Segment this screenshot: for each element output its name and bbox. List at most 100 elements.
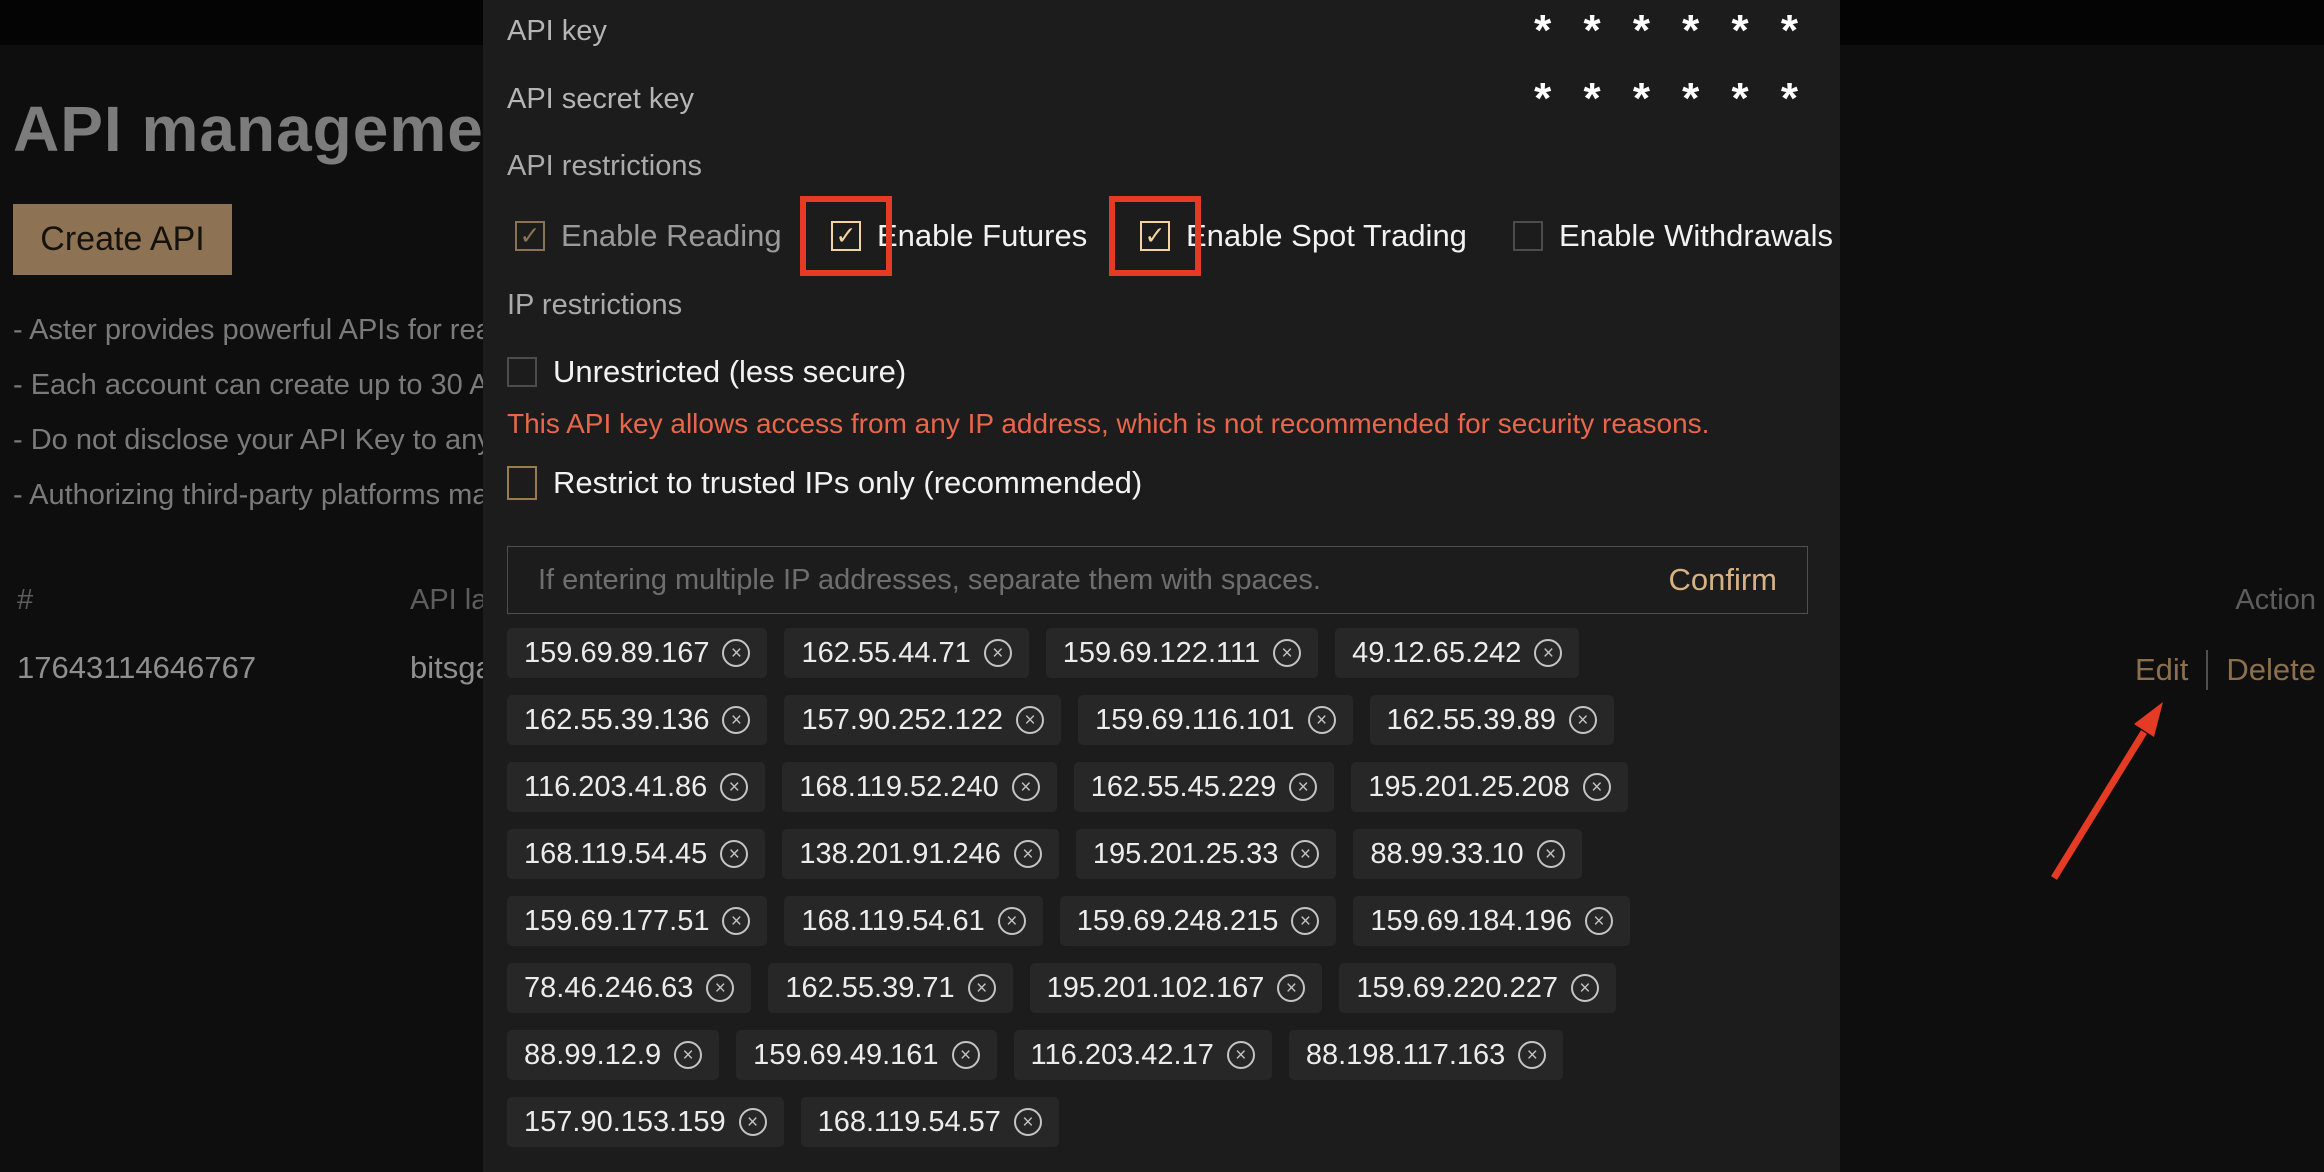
ip-address: 168.119.54.57: [818, 1106, 1001, 1139]
remove-ip-icon[interactable]: ×: [1571, 974, 1599, 1002]
ip-chip: 162.55.39.71 ×: [768, 963, 1012, 1013]
ip-chip: 138.201.91.246×: [782, 829, 1059, 879]
remove-ip-icon[interactable]: ×: [998, 907, 1026, 935]
ip-address: 162.55.44.71: [801, 637, 970, 670]
ip-chip: 162.55.45.229×: [1074, 762, 1334, 812]
left-panel: API manageme Create API - Aster provides…: [0, 0, 483, 1172]
remove-ip-icon[interactable]: ×: [1016, 706, 1044, 734]
remove-ip-icon[interactable]: ×: [706, 974, 734, 1002]
check-icon: ✓: [520, 224, 541, 249]
enable-reading-checkbox[interactable]: ✓: [515, 221, 545, 251]
remove-ip-icon[interactable]: ×: [1518, 1041, 1546, 1069]
enable-spot-trading-checkbox[interactable]: ✓: [1140, 221, 1170, 251]
ip-chip: 168.119.54.57 ×: [801, 1097, 1059, 1147]
note-line: - Each account can create up to 30 AP: [13, 369, 483, 424]
remove-ip-icon[interactable]: ×: [722, 639, 750, 667]
ip-restrictions-title: IP restrictions: [507, 287, 1808, 323]
api-row-label: bitsga: [410, 650, 483, 686]
ip-chip-row: 168.119.54.45×138.201.91.246×195.201.25.…: [507, 829, 1808, 879]
permission-enable-withdrawals: Enable Withdrawals: [1513, 196, 1833, 276]
ip-address: 162.55.39.71: [785, 972, 954, 1005]
remove-ip-icon[interactable]: ×: [1537, 840, 1565, 868]
remove-ip-icon[interactable]: ×: [1289, 773, 1317, 801]
remove-ip-icon[interactable]: ×: [1227, 1041, 1255, 1069]
ip-address: 78.46.246.63: [524, 972, 693, 1005]
remove-ip-icon[interactable]: ×: [1014, 1108, 1042, 1136]
checkbox-wrap: ✓: [831, 221, 861, 251]
note-line: - Aster provides powerful APIs for rea: [13, 314, 483, 369]
ip-address: 195.201.25.208: [1368, 771, 1570, 804]
remove-ip-icon[interactable]: ×: [1534, 639, 1562, 667]
remove-ip-icon[interactable]: ×: [1012, 773, 1040, 801]
checkbox-wrap: ✓: [515, 221, 545, 251]
checkbox-wrap: [1513, 221, 1543, 251]
enable-futures-checkbox[interactable]: ✓: [831, 221, 861, 251]
ip-address: 195.201.102.167: [1047, 972, 1265, 1005]
remove-ip-icon[interactable]: ×: [1585, 907, 1613, 935]
remove-ip-icon[interactable]: ×: [1583, 773, 1611, 801]
ip-chip: 116.203.41.86 ×: [507, 762, 765, 812]
remove-ip-icon[interactable]: ×: [1569, 706, 1597, 734]
ip-chip: 159.69.177.51×: [507, 896, 767, 946]
ip-chip: 78.46.246.63 ×: [507, 963, 751, 1013]
ip-chip: 168.119.54.61×: [784, 896, 1042, 946]
unrestricted-checkbox[interactable]: [507, 357, 537, 387]
edit-link[interactable]: Edit: [2135, 652, 2188, 688]
ip-chip: 195.201.102.167 ×: [1030, 963, 1323, 1013]
enable-withdrawals-checkbox[interactable]: [1513, 221, 1543, 251]
api-restrictions-title: API restrictions: [507, 146, 1808, 186]
ip-chip: 116.203.42.17×: [1014, 1030, 1272, 1080]
delete-link[interactable]: Delete: [2226, 652, 2316, 688]
ip-chip: 159.69.184.196 ×: [1353, 896, 1630, 946]
ip-address: 159.69.89.167: [524, 637, 709, 670]
note-line: - Authorizing third-party platforms ma: [13, 479, 483, 534]
notes-list: - Aster provides powerful APIs for rea -…: [13, 314, 483, 534]
ip-address: 159.69.49.161: [753, 1039, 938, 1072]
ip-address: 195.201.25.33: [1093, 838, 1278, 871]
ip-chip: 195.201.25.33 ×: [1076, 829, 1336, 879]
remove-ip-icon[interactable]: ×: [1291, 907, 1319, 935]
remove-ip-icon[interactable]: ×: [674, 1041, 702, 1069]
remove-ip-icon[interactable]: ×: [720, 840, 748, 868]
remove-ip-icon[interactable]: ×: [1014, 840, 1042, 868]
create-api-button[interactable]: Create API: [13, 204, 232, 275]
remove-ip-icon[interactable]: ×: [952, 1041, 980, 1069]
remove-ip-icon[interactable]: ×: [720, 773, 748, 801]
remove-ip-icon[interactable]: ×: [1273, 639, 1301, 667]
ip-address: 168.119.54.45: [524, 838, 707, 871]
ip-address: 159.69.184.196: [1370, 905, 1572, 938]
permission-enable-spot-trading: ✓ Enable Spot Trading: [1140, 196, 1467, 276]
remove-ip-icon[interactable]: ×: [722, 907, 750, 935]
confirm-button[interactable]: Confirm: [1668, 562, 1777, 598]
ip-address: 157.90.252.122: [801, 704, 1003, 737]
ip-address-input[interactable]: [538, 564, 1648, 597]
ip-address: 159.69.220.227: [1356, 972, 1558, 1005]
restrict-checkbox[interactable]: [507, 466, 537, 500]
ip-address: 159.69.248.215: [1077, 905, 1279, 938]
remove-ip-icon[interactable]: ×: [1291, 840, 1319, 868]
ip-chip: 88.198.117.163×: [1289, 1030, 1563, 1080]
ip-chip: 159.69.49.161 ×: [736, 1030, 996, 1080]
unrestricted-label: Unrestricted (less secure): [553, 354, 906, 390]
ip-address: 162.55.39.136: [524, 704, 709, 737]
remove-ip-icon[interactable]: ×: [984, 639, 1012, 667]
permission-label: Enable Reading: [561, 218, 782, 254]
ip-chip: 159.69.248.215 ×: [1060, 896, 1337, 946]
ip-address: 116.203.41.86: [524, 771, 707, 804]
ip-chip: 157.90.252.122 ×: [784, 695, 1061, 745]
unrestricted-row: Unrestricted (less secure): [507, 355, 1808, 389]
api-key-row: API key * * * * * *: [507, 10, 1808, 52]
permission-enable-reading: ✓ Enable Reading: [515, 196, 782, 276]
remove-ip-icon[interactable]: ×: [968, 974, 996, 1002]
remove-ip-icon[interactable]: ×: [739, 1108, 767, 1136]
restrict-label: Restrict to trusted IPs only (recommende…: [553, 465, 1142, 501]
remove-ip-icon[interactable]: ×: [1308, 706, 1336, 734]
permission-label: Enable Futures: [877, 218, 1087, 254]
remove-ip-icon[interactable]: ×: [722, 706, 750, 734]
ip-chip: 88.99.33.10×: [1353, 829, 1581, 879]
ip-input-container: Confirm: [507, 546, 1808, 614]
ip-chip-row: 78.46.246.63×162.55.39.71×195.201.102.16…: [507, 963, 1808, 1013]
table-header-label: API lab: [410, 584, 483, 618]
page-title: API manageme: [13, 92, 483, 166]
remove-ip-icon[interactable]: ×: [1277, 974, 1305, 1002]
